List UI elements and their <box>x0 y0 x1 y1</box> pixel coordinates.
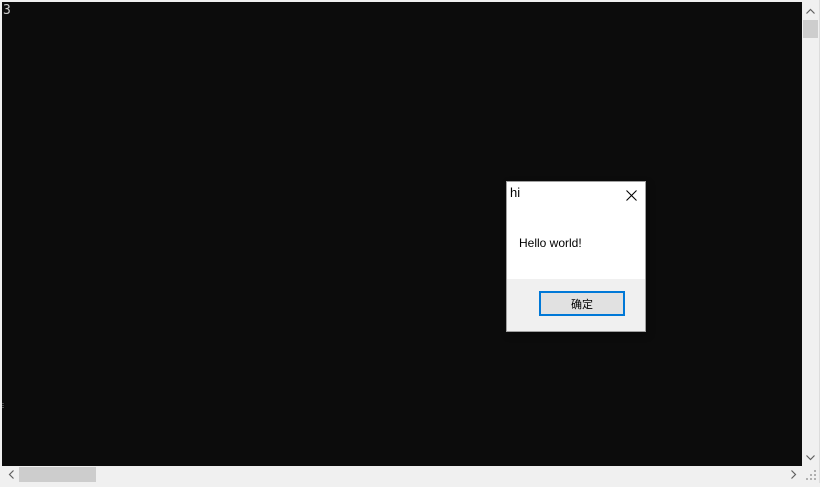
chevron-right-icon <box>790 470 796 479</box>
chevron-up-icon <box>806 8 815 14</box>
console-window: 3 ≡ <box>0 0 820 483</box>
console-output-area[interactable]: 3 ≡ <box>2 2 802 466</box>
vertical-scroll-thumb[interactable] <box>803 20 818 38</box>
horizontal-scroll-thumb[interactable] <box>19 467 96 482</box>
resize-grip[interactable] <box>802 466 819 483</box>
scroll-up-button[interactable] <box>802 2 819 19</box>
dialog-button-bar: 确定 <box>507 279 645 331</box>
dialog-close-button[interactable] <box>619 184 643 206</box>
horizontal-scrollbar[interactable] <box>2 466 802 483</box>
console-text: 3 <box>3 3 11 18</box>
close-icon <box>625 189 637 201</box>
scroll-left-button[interactable] <box>2 466 19 483</box>
resize-grip-icon <box>806 470 816 480</box>
scroll-down-button[interactable] <box>802 449 819 466</box>
dialog-message: Hello world! <box>519 236 582 250</box>
message-box-dialog: hi Hello world! 确定 <box>507 182 645 331</box>
chevron-left-icon <box>8 470 14 479</box>
console-edge-glyph: ≡ <box>2 400 4 412</box>
chevron-down-icon <box>806 454 815 460</box>
vertical-scrollbar[interactable] <box>802 2 819 466</box>
ok-button[interactable]: 确定 <box>539 291 625 316</box>
scroll-right-button[interactable] <box>785 466 802 483</box>
dialog-title: hi <box>510 185 521 200</box>
